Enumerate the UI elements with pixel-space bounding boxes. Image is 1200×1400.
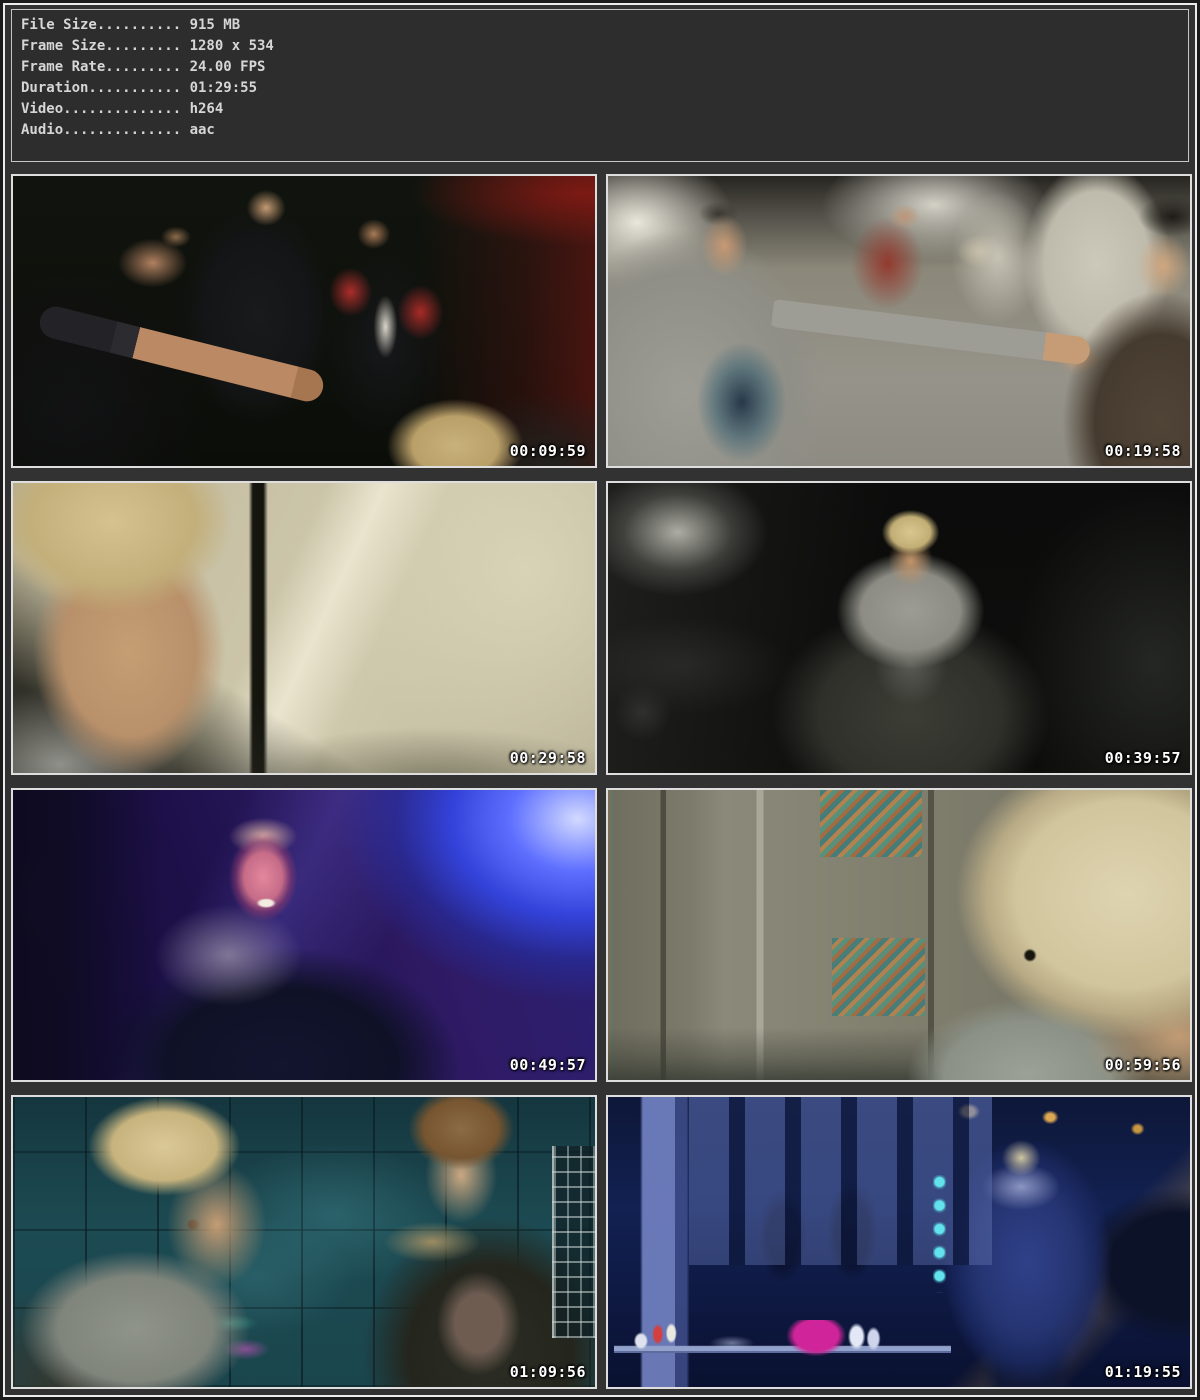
scene-4-dark-garage — [608, 483, 1190, 773]
scene-7-teal-glass-faceoff — [13, 1097, 595, 1387]
info-line-audio: Audio.............. aac — [21, 120, 1180, 141]
timecode-overlay: 01:09:56 — [510, 1363, 586, 1381]
media-info-panel: File Size.......... 915 MB Frame Size...… — [11, 9, 1189, 162]
timecode-overlay: 01:19:55 — [1105, 1363, 1181, 1381]
screenshot-thumb-1: 00:09:59 — [11, 174, 597, 468]
scene-2-car-interior — [608, 176, 1190, 466]
scene-8-table-props — [614, 1320, 952, 1375]
scene-5-purple-club — [13, 790, 595, 1080]
info-line-file-size: File Size.......... 915 MB — [21, 15, 1180, 36]
screenshot-thumb-4: 00:39:57 — [606, 481, 1192, 775]
screenshot-thumb-3: 00:29:58 — [11, 481, 597, 775]
scene-1-backstage-group — [13, 176, 595, 466]
screenshot-thumb-7: 01:09:56 — [11, 1095, 597, 1389]
scene-3-window-profile — [13, 483, 595, 773]
timecode-overlay: 00:39:57 — [1105, 749, 1181, 767]
info-line-frame-rate: Frame Rate......... 24.00 FPS — [21, 57, 1180, 78]
screenshot-grid: 00:09:59 00:19:58 00:29:58 00:39:57 00:4… — [11, 174, 1189, 1389]
timecode-overlay: 00:29:58 — [510, 749, 586, 767]
media-info-sheet: File Size.......... 915 MB Frame Size...… — [3, 3, 1197, 1397]
screenshot-thumb-8: 01:19:55 — [606, 1095, 1192, 1389]
screenshot-thumb-2: 00:19:58 — [606, 174, 1192, 468]
timecode-overlay: 00:59:56 — [1105, 1056, 1181, 1074]
timecode-overlay: 00:19:58 — [1105, 442, 1181, 460]
scene-6-hallway-head — [608, 790, 1190, 1080]
screenshot-thumb-5: 00:49:57 — [11, 788, 597, 1082]
info-line-video: Video.............. h264 — [21, 99, 1180, 120]
info-line-frame-size: Frame Size......... 1280 x 534 — [21, 36, 1180, 57]
timecode-overlay: 00:49:57 — [510, 1056, 586, 1074]
timecode-overlay: 00:09:59 — [510, 442, 586, 460]
info-line-duration: Duration........... 01:29:55 — [21, 78, 1180, 99]
screenshot-thumb-6: 00:59:56 — [606, 788, 1192, 1082]
